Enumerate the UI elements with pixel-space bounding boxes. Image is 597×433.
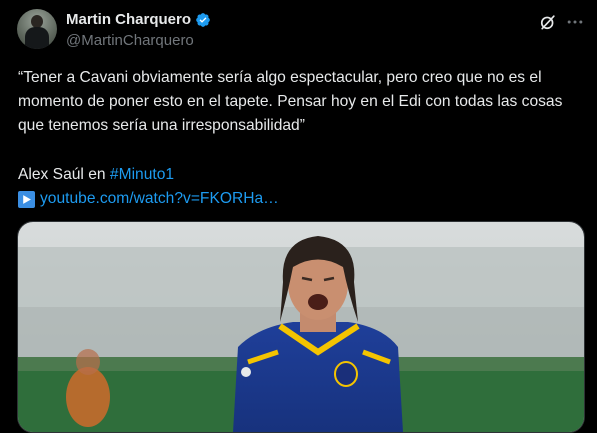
byline-prefix: Alex Saúl en — [18, 166, 106, 183]
tweet-media-photo[interactable] — [17, 221, 585, 433]
play-icon — [18, 190, 35, 208]
author-handle[interactable]: @MartinCharquero — [66, 32, 194, 49]
more-icon[interactable] — [565, 12, 585, 32]
grok-icon[interactable] — [538, 12, 558, 32]
youtube-link[interactable]: youtube.com/watch?v=FKORHa… — [40, 187, 279, 211]
tweet-byline: Alex Saúl en #Minuto1 — [18, 163, 174, 187]
verified-badge-icon[interactable] — [195, 12, 211, 28]
hashtag-link[interactable]: #Minuto1 — [110, 166, 174, 183]
author-name[interactable]: Martin Charquero — [66, 11, 191, 28]
tweet-text: “Tener a Cavani obviamente sería algo es… — [18, 69, 567, 134]
author-avatar[interactable] — [17, 9, 57, 49]
author-name-row: Martin Charquero — [66, 11, 211, 28]
youtube-link-row: youtube.com/watch?v=FKORHa… — [18, 187, 279, 211]
